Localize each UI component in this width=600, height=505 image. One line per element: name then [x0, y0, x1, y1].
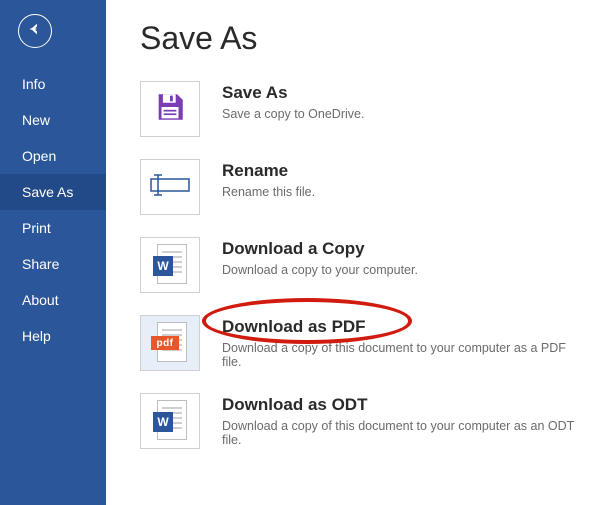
option-download-odt[interactable]: W Download as ODT Download a copy of thi…: [140, 387, 584, 465]
sidebar-item-open[interactable]: Open: [0, 138, 106, 174]
odt-doc-icon: W: [153, 400, 187, 442]
page-title: Save As: [140, 20, 584, 57]
option-download-pdf[interactable]: pdf Download as PDF Download a copy of t…: [140, 309, 584, 387]
option-title: Download as PDF: [222, 317, 584, 337]
sidebar-item-label: Help: [22, 328, 51, 344]
rename-thumb: [140, 159, 200, 215]
sidebar-item-new[interactable]: New: [0, 102, 106, 138]
option-desc: Save a copy to OneDrive.: [222, 107, 364, 121]
option-title: Download a Copy: [222, 239, 418, 259]
save-as-thumb: [140, 81, 200, 137]
option-desc: Download a copy of this document to your…: [222, 341, 584, 369]
option-download-copy[interactable]: W Download a Copy Download a copy to you…: [140, 231, 584, 309]
download-odt-thumb: W: [140, 393, 200, 449]
sidebar-item-label: Share: [22, 256, 59, 272]
sidebar-item-label: Print: [22, 220, 51, 236]
option-text: Rename Rename this file.: [222, 159, 315, 199]
sidebar-item-print[interactable]: Print: [0, 210, 106, 246]
sidebar-item-label: About: [22, 292, 59, 308]
option-save-as[interactable]: Save As Save a copy to OneDrive.: [140, 75, 584, 153]
sidebar-item-share[interactable]: Share: [0, 246, 106, 282]
main-panel: Save As Save As Save a copy to OneDrive.…: [106, 0, 600, 505]
backstage-window: Info New Open Save As Print Share About …: [0, 0, 600, 505]
sidebar-item-label: Save As: [22, 184, 73, 200]
sidebar-item-info[interactable]: Info: [0, 66, 106, 102]
option-desc: Download a copy of this document to your…: [222, 419, 584, 447]
sidebar-item-help[interactable]: Help: [0, 318, 106, 354]
option-text: Download as PDF Download a copy of this …: [222, 315, 584, 369]
option-text: Download as ODT Download a copy of this …: [222, 393, 584, 447]
option-rename[interactable]: Rename Rename this file.: [140, 153, 584, 231]
word-doc-icon: W: [153, 244, 187, 286]
download-pdf-thumb: pdf: [140, 315, 200, 371]
floppy-disk-icon: [153, 90, 187, 129]
option-title: Rename: [222, 161, 315, 181]
option-title: Download as ODT: [222, 395, 584, 415]
option-desc: Rename this file.: [222, 185, 315, 199]
sidebar: Info New Open Save As Print Share About …: [0, 0, 106, 505]
back-arrow-icon: [27, 21, 43, 42]
rename-icon: [150, 173, 190, 202]
option-text: Save As Save a copy to OneDrive.: [222, 81, 364, 121]
option-text: Download a Copy Download a copy to your …: [222, 237, 418, 277]
sidebar-item-save-as[interactable]: Save As: [0, 174, 106, 210]
sidebar-item-about[interactable]: About: [0, 282, 106, 318]
back-button[interactable]: [18, 14, 52, 48]
option-desc: Download a copy to your computer.: [222, 263, 418, 277]
option-title: Save As: [222, 83, 364, 103]
sidebar-item-label: Info: [22, 76, 45, 92]
sidebar-item-label: Open: [22, 148, 56, 164]
sidebar-item-label: New: [22, 112, 50, 128]
download-copy-thumb: W: [140, 237, 200, 293]
pdf-doc-icon: pdf: [153, 322, 187, 364]
